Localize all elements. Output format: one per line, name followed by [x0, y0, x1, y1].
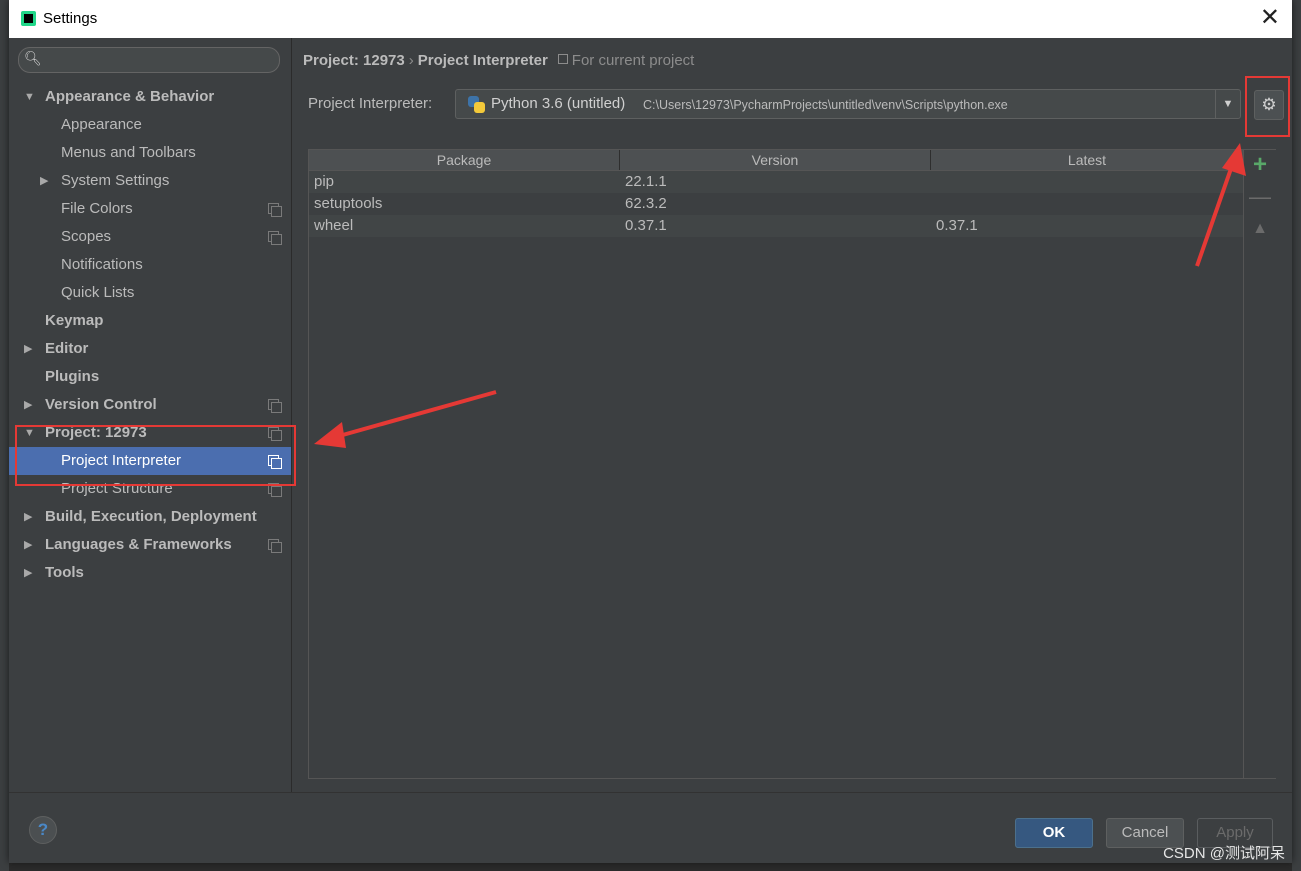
- annotation-arrowhead-left: [314, 422, 346, 448]
- annotation-arrow-left: [331, 390, 497, 440]
- watermark: CSDN @测试阿呆: [1163, 845, 1285, 862]
- annotation-arrows: [314, 143, 1246, 448]
- annotation-arrowhead-up: [1222, 143, 1246, 176]
- annotation-arrow-up: [1195, 159, 1236, 267]
